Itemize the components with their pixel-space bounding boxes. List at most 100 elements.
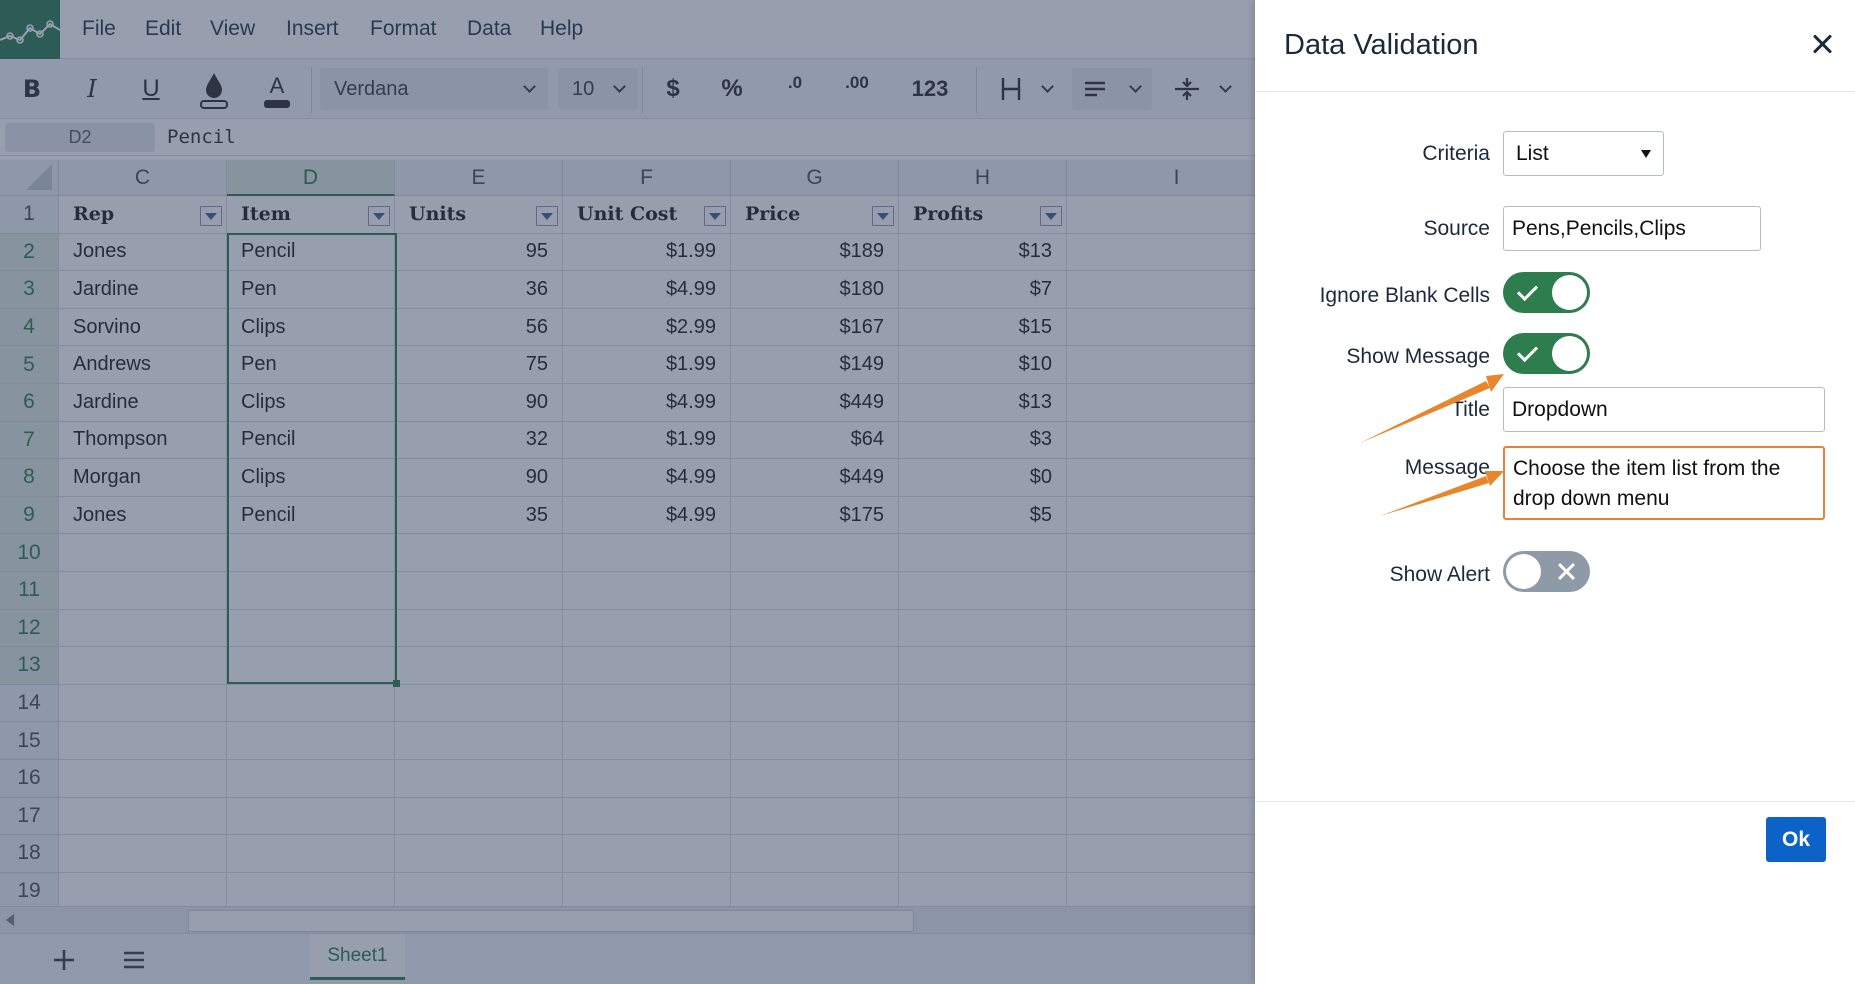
empty-cell[interactable] <box>563 835 731 873</box>
row-header[interactable]: 9 <box>0 496 59 535</box>
add-sheet-button[interactable] <box>50 946 78 974</box>
empty-cell[interactable] <box>1067 835 1255 873</box>
empty-cell[interactable] <box>227 872 395 906</box>
table-cell[interactable]: $149 <box>731 346 899 384</box>
empty-cell[interactable] <box>227 684 395 723</box>
empty-cell[interactable] <box>731 609 899 648</box>
table-cell[interactable]: Jardine <box>59 384 227 422</box>
empty-cell[interactable] <box>1067 497 1255 535</box>
row-header[interactable]: 10 <box>0 534 59 572</box>
empty-cell[interactable] <box>563 534 731 572</box>
show-alert-toggle[interactable] <box>1503 551 1590 592</box>
empty-cell[interactable] <box>1067 459 1255 497</box>
empty-cell[interactable] <box>1067 271 1255 309</box>
table-cell[interactable]: Pencil <box>227 233 395 272</box>
empty-cell[interactable] <box>1067 873 1255 906</box>
empty-cell[interactable] <box>1067 610 1255 648</box>
currency-format-button[interactable]: $ <box>655 59 691 119</box>
scroll-left-icon[interactable] <box>6 914 14 926</box>
split-cells-select[interactable] <box>1162 68 1242 110</box>
font-size-select[interactable]: 10 <box>558 68 638 110</box>
column-header-f[interactable]: F <box>563 160 731 196</box>
table-cell[interactable]: Pencil <box>227 496 395 535</box>
column-header-d[interactable]: D <box>227 160 395 196</box>
empty-cell[interactable] <box>731 835 899 873</box>
menu-data[interactable]: Data <box>467 17 511 41</box>
empty-cell[interactable] <box>395 534 563 572</box>
empty-cell[interactable] <box>1067 572 1255 610</box>
table-cell[interactable]: Pencil <box>227 421 395 460</box>
name-box[interactable]: D2 <box>5 123 155 152</box>
header-cell[interactable]: Units <box>395 196 563 234</box>
empty-cell[interactable] <box>395 760 563 798</box>
empty-cell[interactable] <box>395 572 563 610</box>
table-cell[interactable]: $7 <box>899 271 1067 309</box>
number-format-button[interactable]: 123 <box>900 59 960 119</box>
empty-cell[interactable] <box>1067 309 1255 347</box>
header-cell[interactable]: Price <box>731 196 899 234</box>
increase-decimals-button[interactable]: .00 <box>835 59 879 119</box>
empty-cell[interactable] <box>563 647 731 685</box>
empty-cell[interactable] <box>899 684 1067 723</box>
filter-dropdown-icon[interactable] <box>368 206 390 226</box>
table-cell[interactable]: Jones <box>59 233 227 272</box>
table-cell[interactable]: $180 <box>731 271 899 309</box>
empty-cell[interactable] <box>395 647 563 685</box>
filter-dropdown-icon[interactable] <box>536 206 558 226</box>
empty-cell[interactable] <box>1067 798 1255 836</box>
row-header[interactable]: 19 <box>0 872 59 906</box>
empty-cell[interactable] <box>395 835 563 873</box>
empty-cell[interactable] <box>899 797 1067 836</box>
row-header[interactable]: 8 <box>0 459 59 497</box>
table-cell[interactable]: Jones <box>59 496 227 535</box>
table-cell[interactable]: Thompson <box>59 421 227 460</box>
empty-cell[interactable] <box>227 534 395 572</box>
horizontal-scrollbar[interactable] <box>0 906 1255 933</box>
empty-cell[interactable] <box>395 722 563 760</box>
table-cell[interactable]: $1.99 <box>563 346 731 384</box>
font-family-select[interactable]: Verdana <box>320 68 548 110</box>
filter-dropdown-icon[interactable] <box>872 206 894 226</box>
select-all-corner[interactable] <box>0 160 59 196</box>
table-cell[interactable]: Clips <box>227 308 395 347</box>
column-header-i[interactable]: I <box>1067 160 1255 196</box>
empty-cell[interactable] <box>1067 196 1255 234</box>
row-header[interactable]: 12 <box>0 609 59 648</box>
row-header[interactable]: 2 <box>0 233 59 272</box>
empty-cell[interactable] <box>731 760 899 798</box>
filter-dropdown-icon[interactable] <box>1040 206 1062 226</box>
table-cell[interactable]: $4.99 <box>563 496 731 535</box>
menu-file[interactable]: File <box>82 17 116 41</box>
row-header[interactable]: 3 <box>0 271 59 309</box>
column-header-h[interactable]: H <box>899 160 1067 196</box>
table-cell[interactable]: Morgan <box>59 459 227 497</box>
ignore-blank-toggle[interactable] <box>1503 272 1590 313</box>
empty-cell[interactable] <box>395 609 563 648</box>
column-header-e[interactable]: E <box>395 160 563 196</box>
empty-cell[interactable] <box>395 684 563 723</box>
italic-button[interactable]: I <box>72 59 112 119</box>
fill-color-button[interactable] <box>196 59 232 119</box>
empty-cell[interactable] <box>731 722 899 760</box>
table-cell[interactable]: Jardine <box>59 271 227 309</box>
empty-cell[interactable] <box>59 797 227 836</box>
filter-dropdown-icon[interactable] <box>200 206 222 226</box>
empty-cell[interactable] <box>227 722 395 760</box>
table-cell[interactable]: Pen <box>227 346 395 384</box>
table-cell[interactable]: Clips <box>227 459 395 497</box>
empty-cell[interactable] <box>59 722 227 760</box>
empty-cell[interactable] <box>899 835 1067 873</box>
empty-cell[interactable] <box>59 534 227 572</box>
font-color-button[interactable]: A <box>259 59 295 119</box>
empty-cell[interactable] <box>899 534 1067 572</box>
table-cell[interactable]: $4.99 <box>563 271 731 309</box>
empty-cell[interactable] <box>59 647 227 685</box>
empty-cell[interactable] <box>395 797 563 836</box>
column-header-g[interactable]: G <box>731 160 899 196</box>
empty-cell[interactable] <box>563 572 731 610</box>
table-cell[interactable]: 90 <box>395 384 563 422</box>
empty-cell[interactable] <box>899 722 1067 760</box>
show-message-toggle[interactable] <box>1503 333 1590 374</box>
menu-edit[interactable]: Edit <box>145 17 181 41</box>
table-cell[interactable]: $13 <box>899 233 1067 272</box>
